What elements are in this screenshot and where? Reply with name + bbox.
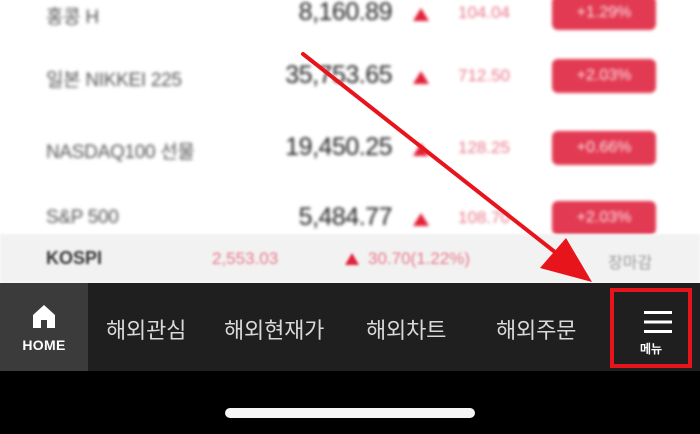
triangle-up-icon <box>413 213 429 226</box>
ticker-list: 홍콩 H 8,160.89 104.04 +1.29% 일본 NIKKEI 22… <box>0 0 700 235</box>
ticker-name: S&P 500 <box>46 207 119 228</box>
home-indicator-area <box>0 371 700 434</box>
menu-label: 메뉴 <box>639 342 663 356</box>
ticker-percent-badge: +1.29% <box>552 0 656 30</box>
ticker-change: 712.50 <box>458 66 510 85</box>
hamburger-menu-icon <box>644 311 672 333</box>
triangle-up-icon <box>413 143 429 156</box>
bottom-navigation-bar: HOME 해외관심 해외현재가 해외차트 해외주문 메뉴 <box>0 283 700 371</box>
kospi-change: 30.70(1.22%) <box>368 249 471 268</box>
ticker-change: 104.04 <box>458 3 510 22</box>
nav-item-overseas-order[interactable]: 해외주문 <box>496 313 576 345</box>
triangle-up-icon <box>413 8 429 21</box>
triangle-up-icon <box>345 253 359 265</box>
ticker-percent-badge: +2.03% <box>552 59 656 93</box>
ticker-percent-badge: +2.03% <box>552 201 656 235</box>
home-button[interactable]: HOME <box>0 283 88 371</box>
kospi-value: 2,553.03 <box>212 249 279 268</box>
ticker-change: 108.70 <box>458 208 510 227</box>
ticker-name: 일본 NIKKEI 225 <box>46 70 182 91</box>
kospi-ticker-bar[interactable]: KOSPI 2,553.03 30.70(1.22%) 장마감 <box>0 234 700 283</box>
ticker-name: 홍콩 H <box>46 7 99 28</box>
nav-item-overseas-current-price[interactable]: 해외현재가 <box>224 313 324 345</box>
ticker-change: 128.25 <box>458 138 510 157</box>
ticker-name: NASDAQ100 선물 <box>46 142 195 163</box>
menu-button[interactable]: 메뉴 <box>610 288 692 368</box>
ticker-price: 35,753.65 <box>285 61 392 89</box>
ticker-row[interactable]: NASDAQ100 선물 19,450.25 128.25 +0.66% <box>0 123 700 179</box>
ticker-row[interactable]: 일본 NIKKEI 225 35,753.65 712.50 +2.03% <box>0 51 700 107</box>
market-status: 장마감 <box>608 255 653 272</box>
nav-item-overseas-chart[interactable]: 해외차트 <box>366 313 446 345</box>
ticker-price: 5,484.77 <box>298 203 393 231</box>
home-indicator[interactable] <box>225 408 475 418</box>
ticker-row[interactable]: 홍콩 H 8,160.89 104.04 +1.29% <box>0 0 700 44</box>
kospi-name: KOSPI <box>46 248 103 268</box>
home-icon <box>33 305 55 328</box>
triangle-up-icon <box>413 71 429 84</box>
home-label: HOME <box>22 337 66 353</box>
ticker-percent-badge: +0.66% <box>552 131 656 165</box>
ticker-price: 19,450.25 <box>285 133 392 161</box>
ticker-price: 8,160.89 <box>298 0 393 26</box>
nav-item-overseas-watchlist[interactable]: 해외관심 <box>106 313 186 345</box>
